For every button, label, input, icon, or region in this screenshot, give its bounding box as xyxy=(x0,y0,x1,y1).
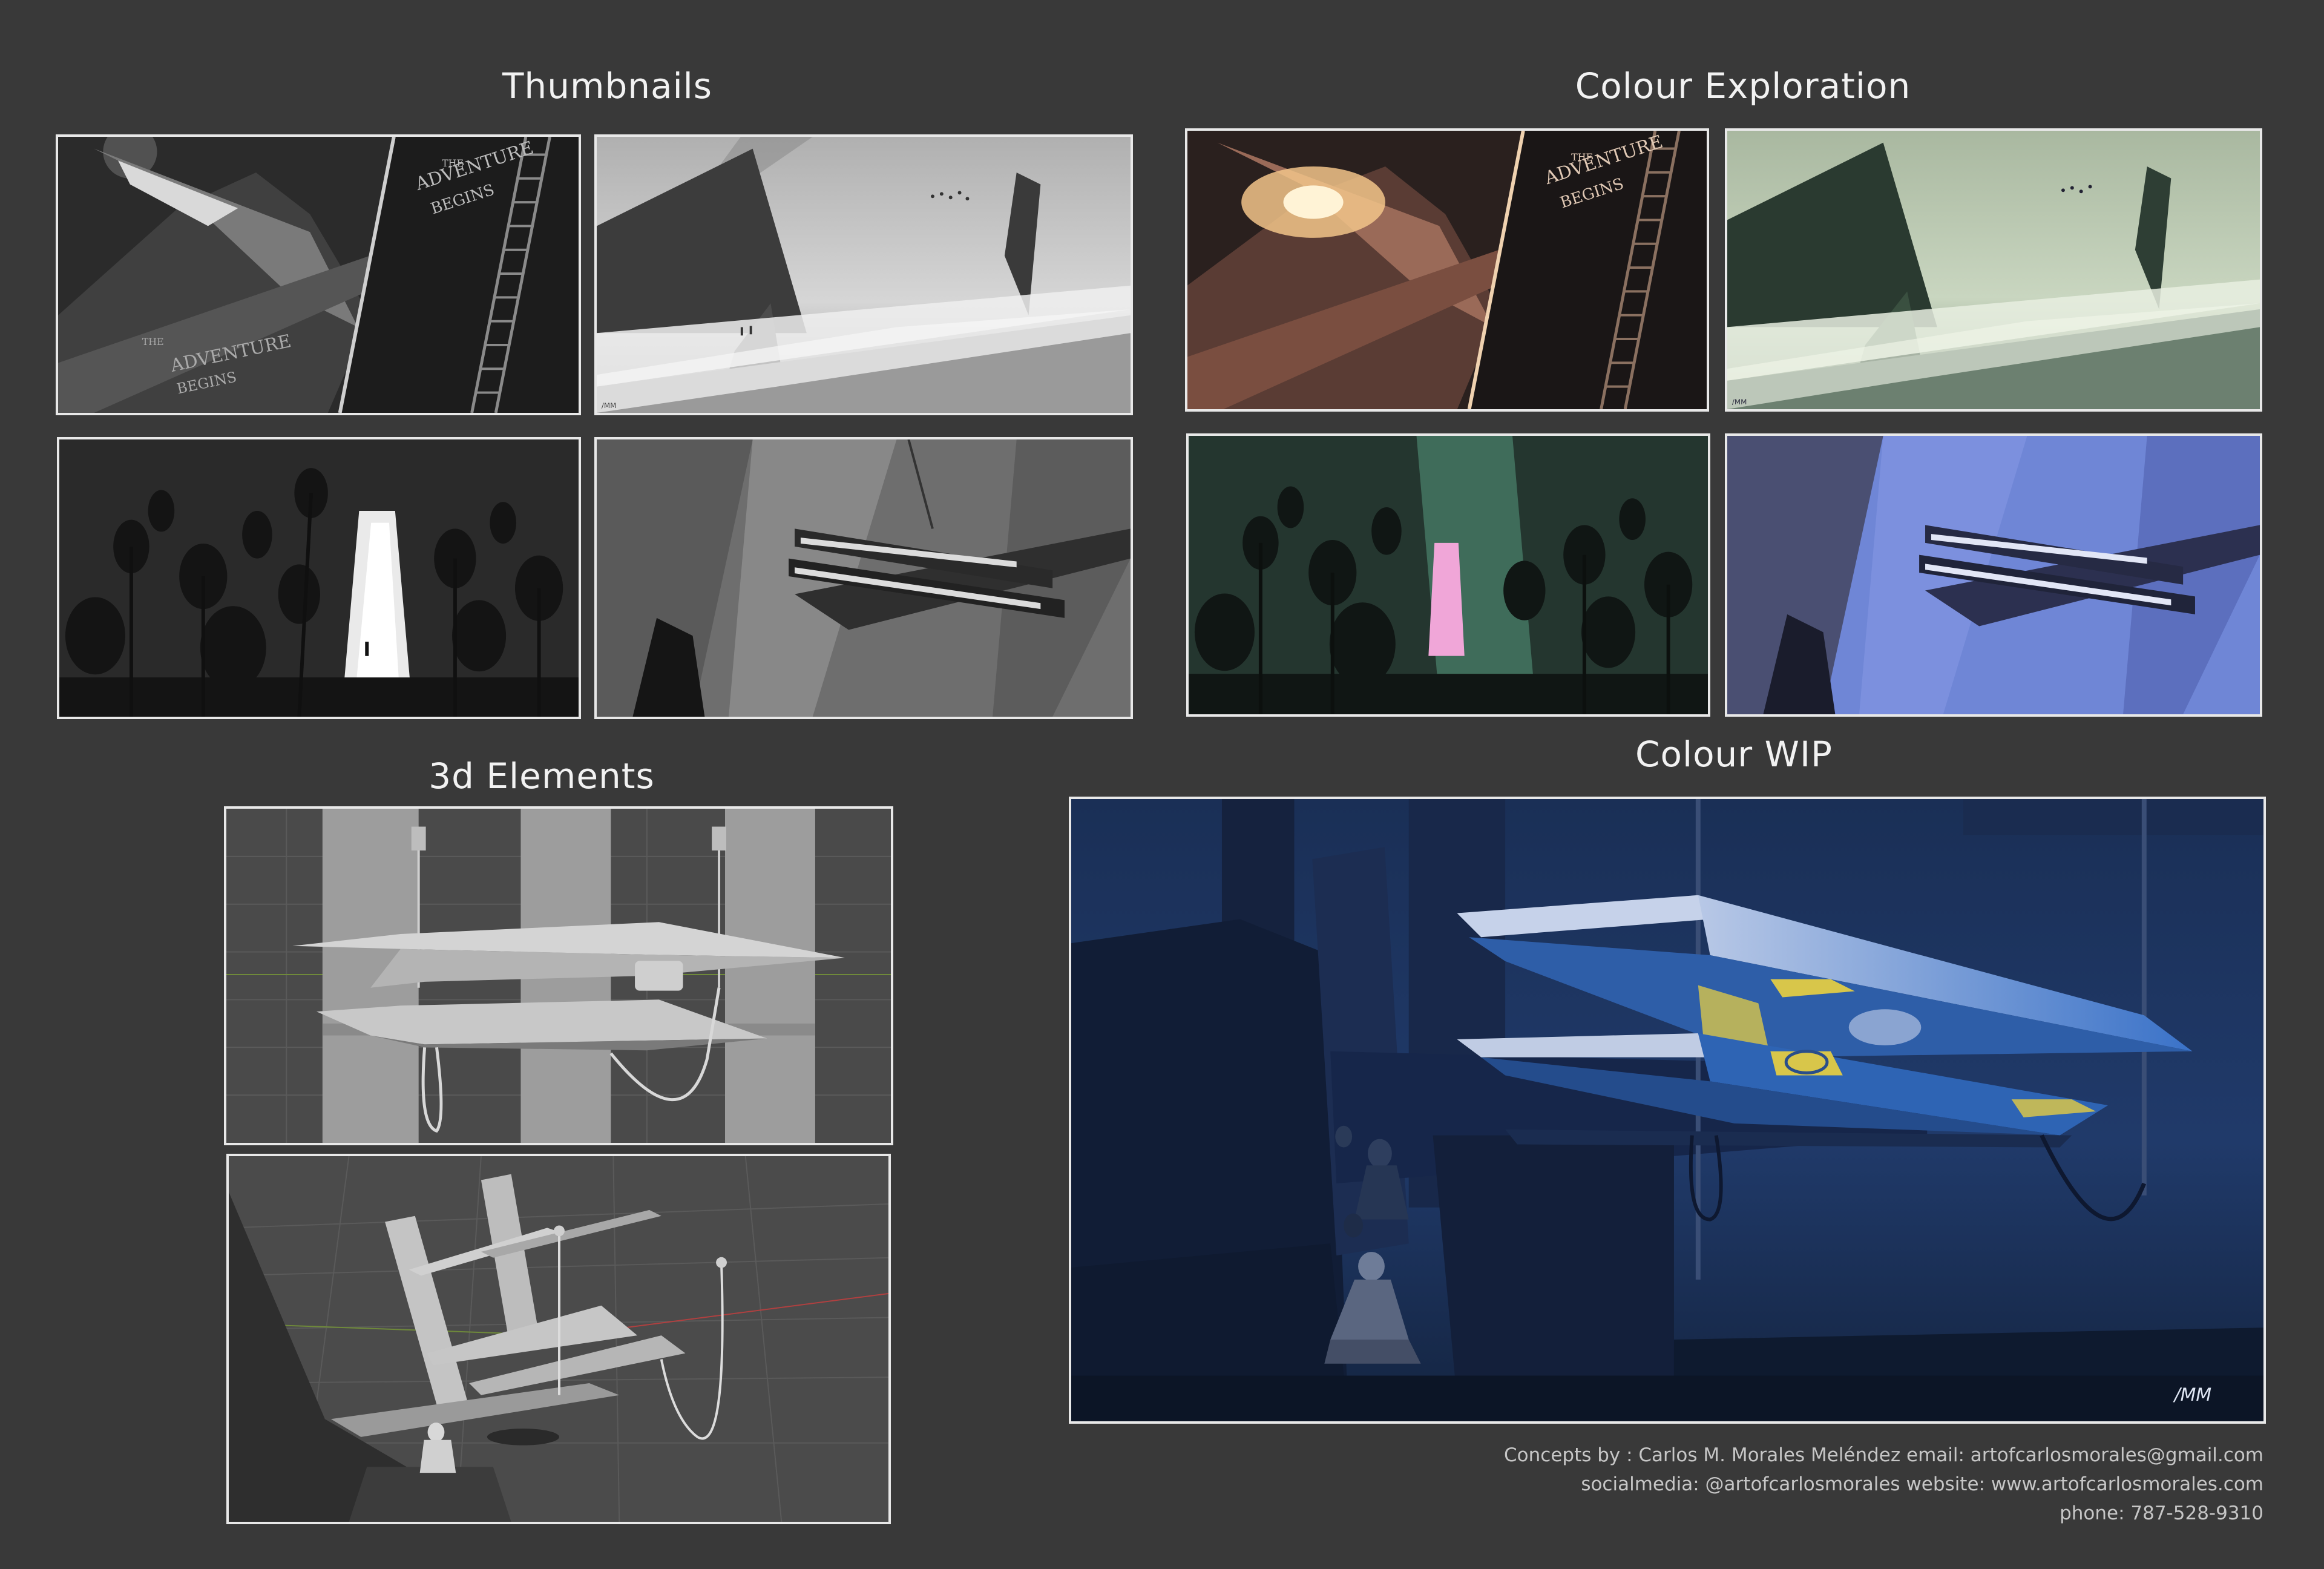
thumbnail-jungle-art xyxy=(59,439,579,717)
credit-line-social-website: socialmedia: @artofcarlosmorales website… xyxy=(1581,1473,2263,1495)
3d-elements-title: 3d Elements xyxy=(428,755,655,797)
thumbnail-adventure-begins: THE ADVENTURE BEGINS THE ADVENTURE BEGIN… xyxy=(56,134,581,415)
thumbnail-adventure-begins-art: THE ADVENTURE BEGINS THE ADVENTURE BEGIN… xyxy=(58,137,579,413)
colour-wip-painting: /MM xyxy=(1069,797,2266,1424)
thumbnail-hangar-ship xyxy=(594,437,1133,719)
colour-exploration-pyramids: /MM xyxy=(1725,128,2262,412)
colour-wip-signature: /MM xyxy=(2173,1384,2212,1406)
colour-exploration-title: Colour Exploration xyxy=(1575,65,1911,107)
adventure-text-low-1: THE xyxy=(142,336,164,347)
thumbnail-floating-pyramids-art: /MM xyxy=(597,137,1131,413)
concept-art-sheet: Thumbnails Colour Exploration 3d Element… xyxy=(0,0,2324,1569)
credit-line-phone: phone: 787-528-9310 xyxy=(2060,1502,2263,1524)
colour-exploration-adventure-art: THE ADVENTURE BEGINS xyxy=(1187,131,1707,409)
3d-render-perspective-view-art xyxy=(229,1156,888,1522)
thumbnails-title: Thumbnails xyxy=(502,65,713,107)
thumbnail-hangar-ship-art xyxy=(597,439,1131,717)
colour-exploration-hangar xyxy=(1725,433,2262,717)
3d-render-side-view xyxy=(224,806,893,1145)
colour-pyramids-signature: /MM xyxy=(1732,398,1747,406)
thumbnail-jungle xyxy=(57,437,581,719)
colour-wip-title: Colour WIP xyxy=(1635,734,1833,775)
3d-render-perspective-view xyxy=(226,1154,891,1524)
credit-line-name-email: Concepts by : Carlos M. Morales Meléndez… xyxy=(1504,1444,2263,1466)
colour-exploration-jungle-art xyxy=(1189,436,1708,714)
colour-exploration-jungle xyxy=(1186,433,1710,717)
colour-exploration-adventure: THE ADVENTURE BEGINS xyxy=(1185,128,1709,412)
3d-render-side-view-art xyxy=(226,809,891,1143)
colour-exploration-hangar-art xyxy=(1727,436,2260,714)
thumbnail-2-signature: /MM xyxy=(602,401,617,410)
thumbnail-floating-pyramids: /MM xyxy=(594,134,1133,415)
colour-wip-painting-art: /MM xyxy=(1071,799,2263,1421)
colour-exploration-pyramids-art: /MM xyxy=(1727,131,2260,409)
